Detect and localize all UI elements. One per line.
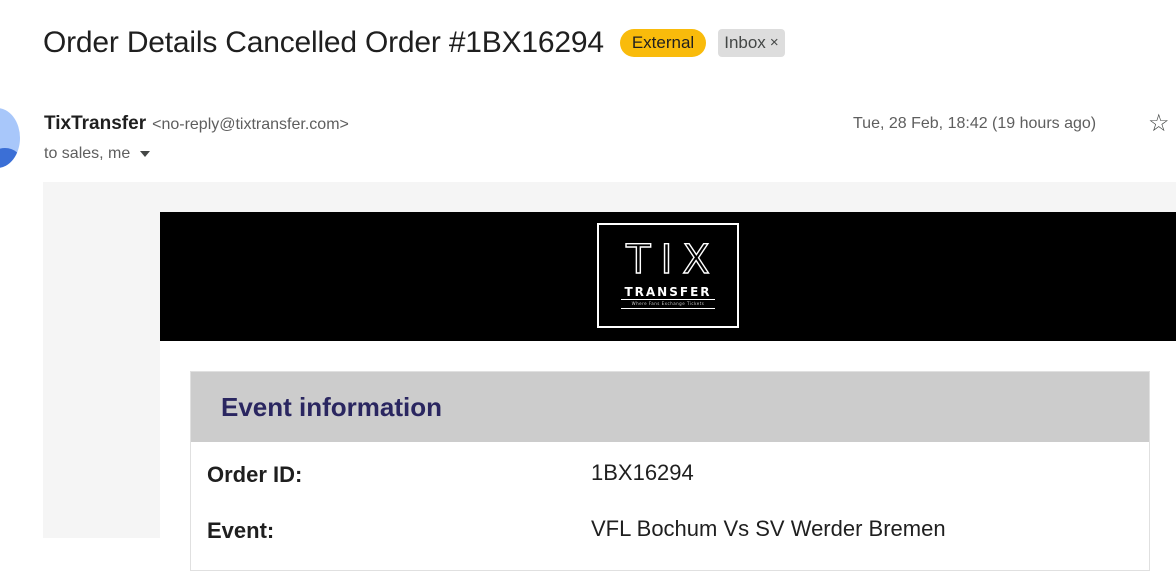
order-id-label: Order ID: — [207, 462, 303, 487]
external-label: External — [619, 29, 707, 57]
logo-tix-text: TIX — [625, 237, 720, 283]
chevron-down-icon[interactable] — [140, 151, 151, 157]
email-subject: Order Details Cancelled Order #1BX16294 — [43, 26, 604, 59]
inbox-label-text: Inbox — [724, 33, 766, 52]
table-row: Event: VFL Bochum Vs SV Werder Bremen — [191, 498, 1149, 554]
recipients-toggle[interactable]: to sales, me — [44, 145, 151, 163]
order-id-value: 1BX16294 — [591, 460, 694, 485]
event-info-header: Event information — [191, 372, 1149, 442]
email-banner: TIX TRANSFER Where Fans Exchange Tickets — [160, 212, 1176, 341]
sender-name[interactable]: TixTransfer — [44, 113, 146, 135]
sender-avatar[interactable] — [0, 108, 20, 168]
logo-transfer-text: TRANSFER — [624, 285, 712, 299]
email-date: Tue, 28 Feb, 18:42 (19 hours ago) — [853, 115, 1097, 132]
email-body: TIX TRANSFER Where Fans Exchange Tickets… — [43, 182, 1176, 571]
event-label: Event: — [207, 518, 275, 543]
event-info-title: Event information — [221, 391, 443, 422]
email-card: TIX TRANSFER Where Fans Exchange Tickets… — [160, 212, 1176, 571]
tixtransfer-logo: TIX TRANSFER Where Fans Exchange Tickets — [597, 223, 739, 328]
sender-email: <no-reply@tixtransfer.com> — [152, 116, 349, 133]
inbox-label[interactable]: Inbox × — [718, 29, 785, 57]
recipients-text: to sales, me — [44, 145, 131, 162]
event-value: VFL Bochum Vs SV Werder Bremen — [591, 516, 946, 541]
table-row: Order ID: 1BX16294 — [191, 442, 1149, 498]
star-icon[interactable]: ☆ — [1148, 110, 1170, 138]
logo-tagline: Where Fans Exchange Tickets — [631, 301, 705, 306]
event-info-table: Event information Order ID: 1BX16294 Eve… — [190, 371, 1150, 571]
email-subject-bar: Order Details Cancelled Order #1BX16294 … — [43, 26, 785, 60]
logo-rule-bottom — [621, 308, 715, 309]
sender-line: TixTransfer <no-reply@tixtransfer.com> — [44, 113, 349, 135]
logo-rule-top — [621, 299, 715, 300]
remove-label-icon[interactable]: × — [770, 32, 779, 54]
